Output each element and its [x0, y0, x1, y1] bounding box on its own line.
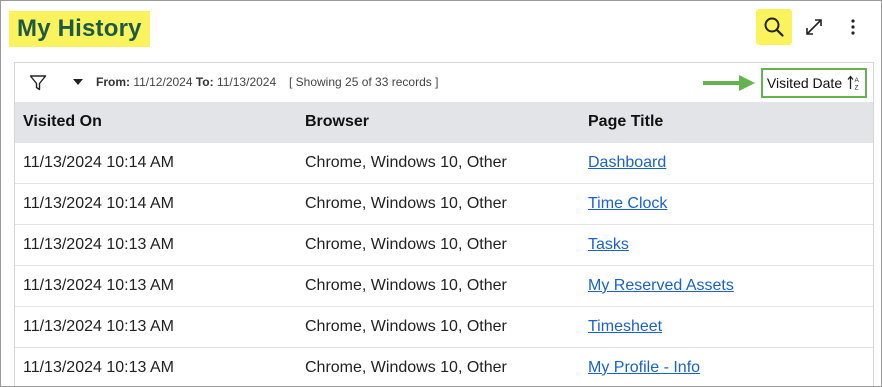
page-title-link[interactable]: Timesheet — [588, 318, 662, 335]
expand-icon — [806, 19, 822, 35]
visited-on-cell: 11/13/2024 10:14 AM — [15, 141, 297, 183]
visited-on-cell: 11/13/2024 10:13 AM — [15, 223, 297, 265]
history-grid: From: 11/12/2024 To: 11/13/2024 [ Showin… — [14, 62, 874, 386]
caret-down-icon — [73, 79, 83, 85]
page-title-link[interactable]: Time Clock — [588, 195, 667, 212]
page-title-link[interactable]: My Profile - Info — [588, 359, 700, 376]
from-label: From: — [96, 75, 130, 89]
table-row: 11/13/2024 10:14 AM Chrome, Windows 10, … — [15, 141, 873, 183]
sort-ascending-icon: A Z — [847, 75, 860, 92]
history-panel: My History From: 11/12/2024 To: 11/13/20… — [0, 0, 882, 387]
from-date: 11/12/2024 — [133, 75, 193, 89]
expand-button[interactable] — [796, 9, 832, 45]
sort-label: Visited Date — [766, 75, 843, 91]
search-button[interactable] — [756, 9, 792, 45]
more-vertical-icon — [851, 19, 855, 35]
page-title: My History — [17, 15, 142, 42]
filter-dropdown-button[interactable] — [71, 75, 85, 89]
visited-on-cell: 11/13/2024 10:13 AM — [15, 264, 297, 306]
column-header-page-title[interactable]: Page Title — [580, 102, 873, 142]
table-header-row: Visited On Browser Page Title — [15, 102, 873, 142]
visited-on-cell: 11/13/2024 10:13 AM — [15, 346, 297, 386]
visited-on-cell: 11/13/2024 10:14 AM — [15, 182, 297, 224]
table-row: 11/13/2024 10:13 AM Chrome, Windows 10, … — [15, 264, 873, 306]
arrow-right-icon — [703, 75, 755, 91]
table-row: 11/13/2024 10:13 AM Chrome, Windows 10, … — [15, 346, 873, 386]
more-options-button[interactable] — [835, 9, 871, 45]
visited-on-cell: 11/13/2024 10:13 AM — [15, 305, 297, 347]
search-icon — [764, 17, 784, 37]
column-header-visited-on[interactable]: Visited On — [15, 102, 297, 142]
page-title-link[interactable]: Dashboard — [588, 154, 666, 171]
history-table: Visited On Browser Page Title 11/13/2024… — [15, 102, 873, 386]
browser-cell: Chrome, Windows 10, Other — [297, 305, 580, 347]
filter-button[interactable] — [25, 71, 51, 95]
grid-toolbar: From: 11/12/2024 To: 11/13/2024 [ Showin… — [15, 63, 873, 101]
page-title-link[interactable]: My Reserved Assets — [588, 277, 734, 294]
sort-button[interactable]: Visited Date A Z — [761, 68, 867, 98]
page-title-link[interactable]: Tasks — [588, 236, 629, 253]
table-row: 11/13/2024 10:13 AM Chrome, Windows 10, … — [15, 305, 873, 347]
browser-cell: Chrome, Windows 10, Other — [297, 223, 580, 265]
record-count: [ Showing 25 of 33 records ] — [289, 75, 439, 89]
table-row: 11/13/2024 10:13 AM Chrome, Windows 10, … — [15, 223, 873, 265]
filter-icon — [29, 75, 47, 91]
date-range: From: 11/12/2024 To: 11/13/2024 — [96, 75, 276, 89]
browser-cell: Chrome, Windows 10, Other — [297, 264, 580, 306]
svg-text:Z: Z — [855, 85, 859, 92]
to-label: To: — [195, 75, 214, 89]
column-header-browser[interactable]: Browser — [297, 102, 580, 142]
table-row: 11/13/2024 10:14 AM Chrome, Windows 10, … — [15, 182, 873, 224]
browser-cell: Chrome, Windows 10, Other — [297, 141, 580, 183]
browser-cell: Chrome, Windows 10, Other — [297, 182, 580, 224]
svg-text:A: A — [855, 77, 860, 84]
page-title-highlight: My History — [9, 11, 150, 47]
to-date: 11/13/2024 — [216, 75, 277, 89]
browser-cell: Chrome, Windows 10, Other — [297, 346, 580, 386]
